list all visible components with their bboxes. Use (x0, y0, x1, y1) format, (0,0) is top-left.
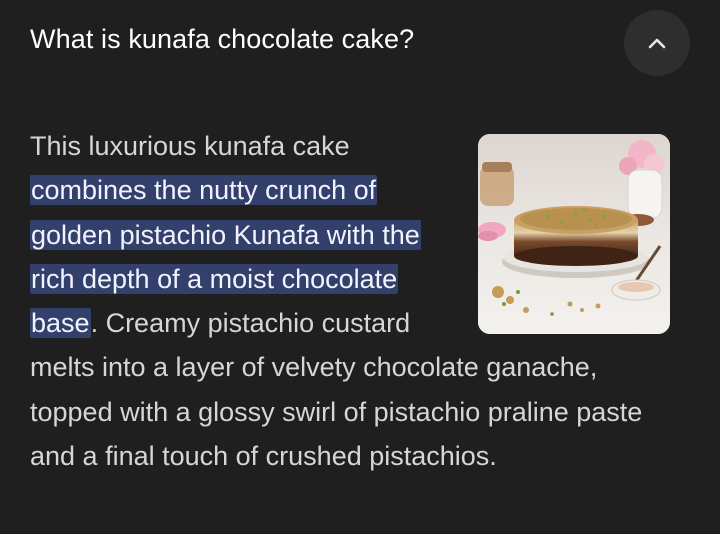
answer-intro-text: This luxurious kunafa cake (30, 131, 350, 161)
question-header[interactable]: What is kunafa chocolate cake? (0, 0, 720, 88)
chevron-up-icon (648, 38, 666, 49)
answer-body: This luxurious kunafa cake combines the … (30, 124, 670, 478)
cake-photo-image (478, 134, 670, 334)
question-title: What is kunafa chocolate cake? (30, 24, 415, 54)
collapse-button[interactable] (624, 10, 690, 76)
cake-thumbnail[interactable] (478, 134, 670, 334)
